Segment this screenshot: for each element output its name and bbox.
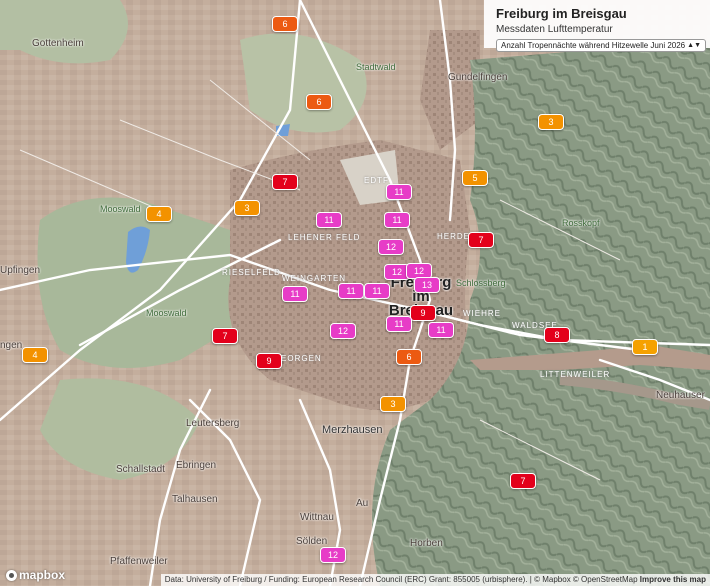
metric-select-value: Anzahl Tropennächte während Hitzewelle J…	[501, 41, 686, 50]
station-marker[interactable]: 11	[428, 322, 454, 338]
info-panel: Freiburg im Breisgau Messdaten Lufttempe…	[484, 0, 710, 52]
station-marker[interactable]: 7	[510, 473, 536, 489]
station-marker[interactable]: 11	[338, 283, 364, 299]
station-marker[interactable]: 11	[386, 184, 412, 200]
station-marker[interactable]: 6	[306, 94, 332, 110]
mapbox-logo-icon	[6, 569, 17, 581]
osm-attribution-link[interactable]: © OpenStreetMap	[573, 575, 638, 584]
panel-subtitle: Messdaten Lufttemperatur	[496, 24, 613, 35]
mapbox-attribution-link[interactable]: © Mapbox	[534, 575, 571, 584]
station-marker[interactable]: 11	[282, 286, 308, 302]
data-attribution: Data: University of Freiburg / Funding: …	[164, 575, 528, 584]
panel-title: Freiburg im Breisgau	[496, 6, 627, 21]
station-marker[interactable]: 1	[632, 339, 658, 355]
station-marker[interactable]: 6	[396, 349, 422, 365]
station-marker[interactable]: 3	[380, 396, 406, 412]
station-marker[interactable]: 6	[272, 16, 298, 32]
station-marker[interactable]: 3	[538, 114, 564, 130]
station-marker[interactable]: 13	[414, 277, 440, 293]
mapbox-logo-text: mapbox	[19, 568, 66, 582]
station-marker[interactable]: 4	[22, 347, 48, 363]
station-marker[interactable]: 12	[330, 323, 356, 339]
station-marker[interactable]: 11	[316, 212, 342, 228]
station-marker[interactable]: 4	[146, 206, 172, 222]
station-marker[interactable]: 12	[378, 239, 404, 255]
station-marker[interactable]: 8	[544, 327, 570, 343]
attribution-bar: Data: University of Freiburg / Funding: …	[160, 574, 710, 586]
station-marker[interactable]: 12	[320, 547, 346, 563]
station-marker[interactable]: 9	[410, 305, 436, 321]
station-marker[interactable]: 5	[462, 170, 488, 186]
metric-select[interactable]: Anzahl Tropennächte während Hitzewelle J…	[496, 39, 706, 52]
select-arrows-icon: ▲▼	[687, 42, 701, 49]
station-marker[interactable]: 11	[386, 316, 412, 332]
station-marker[interactable]: 11	[364, 283, 390, 299]
station-marker[interactable]: 11	[384, 212, 410, 228]
station-marker[interactable]: 3	[234, 200, 260, 216]
station-marker[interactable]: 7	[212, 328, 238, 344]
station-marker[interactable]: 7	[272, 174, 298, 190]
mapbox-logo[interactable]: mapbox	[6, 568, 65, 582]
map-canvas[interactable]: Gottenheim Stadtwald Gundelfingen EDTF M…	[0, 0, 710, 586]
station-marker[interactable]: 9	[256, 353, 282, 369]
station-marker[interactable]: 7	[468, 232, 494, 248]
improve-map-link[interactable]: Improve this map	[640, 575, 706, 584]
